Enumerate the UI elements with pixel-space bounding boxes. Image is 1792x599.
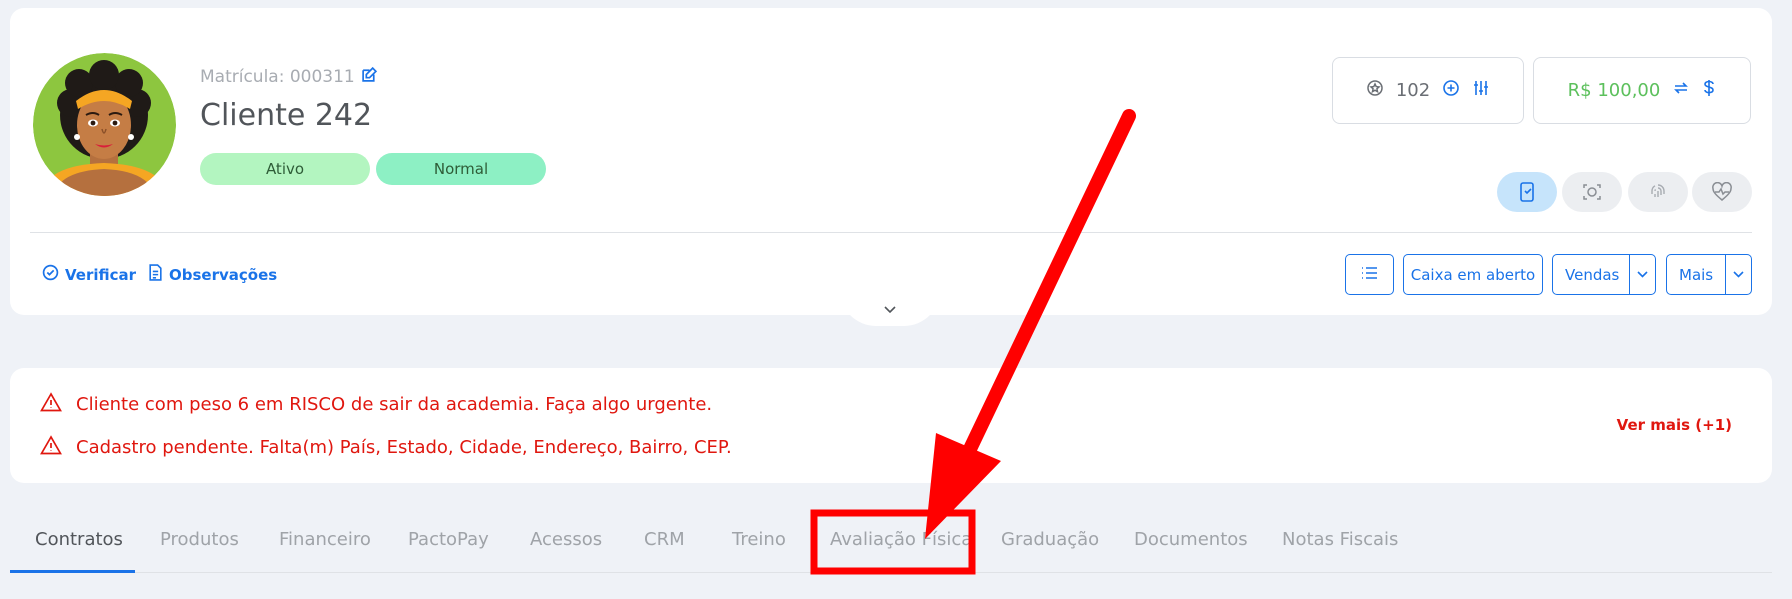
mais-dropdown-toggle[interactable]: [1725, 255, 1751, 294]
vendas-dropdown-toggle[interactable]: [1629, 255, 1655, 294]
tab-graduacao[interactable]: Graduação: [1001, 529, 1099, 550]
check-circle-icon: [42, 264, 59, 285]
document-icon: [148, 264, 163, 285]
header-divider: [30, 232, 1752, 233]
tab-produtos[interactable]: Produtos: [160, 529, 239, 550]
tabs-baseline: [10, 572, 1772, 573]
verificar-label: Verificar: [65, 265, 137, 284]
tab-financeiro[interactable]: Financeiro: [279, 529, 371, 550]
expand-header-button[interactable]: [840, 290, 940, 326]
tab-crm[interactable]: CRM: [644, 529, 685, 550]
chevron-down-icon: [884, 299, 896, 318]
tab-pactopay[interactable]: PactoPay: [408, 529, 489, 550]
observacoes-link[interactable]: Observações: [148, 264, 277, 285]
alert-text: Cliente com peso 6 em RISCO de sair da a…: [76, 394, 713, 415]
caixa-em-aberto-button[interactable]: Caixa em aberto: [1403, 254, 1543, 295]
face-recognition-button[interactable]: [1562, 172, 1622, 212]
alerts-card: Cliente com peso 6 em RISCO de sair da a…: [10, 368, 1772, 483]
list-icon: [1361, 266, 1378, 284]
observacoes-label: Observações: [169, 265, 278, 284]
tab-avaliacao-fisica[interactable]: Avaliação Física: [830, 529, 972, 550]
tab-bar: Contratos Produtos Financeiro PactoPay A…: [10, 510, 1772, 574]
vendas-label: Vendas: [1565, 265, 1620, 284]
see-more-link[interactable]: Ver mais (+1): [1617, 416, 1732, 434]
verificar-link[interactable]: Verificar: [42, 264, 136, 285]
points-value: 102: [1395, 80, 1431, 101]
mais-button[interactable]: Mais: [1666, 254, 1752, 295]
balance-value: R$ 100,00: [1567, 80, 1661, 101]
tab-acessos[interactable]: Acessos: [530, 529, 602, 550]
tab-treino[interactable]: Treino: [732, 529, 786, 550]
warning-icon: [40, 435, 62, 460]
alert-item-cadastro: Cadastro pendente. Falta(m) País, Estado…: [40, 435, 732, 460]
avatar: [33, 53, 176, 196]
add-points-icon[interactable]: [1442, 79, 1460, 102]
vendas-button[interactable]: Vendas: [1552, 254, 1656, 295]
points-box: 102: [1332, 57, 1524, 124]
mais-label: Mais: [1679, 265, 1714, 284]
edit-icon[interactable]: [361, 66, 378, 88]
matricula-text: Matrícula: 000311: [200, 67, 355, 87]
dollar-icon[interactable]: [1702, 79, 1716, 102]
fingerprint-button[interactable]: [1628, 172, 1688, 212]
balance-box: R$ 100,00: [1533, 57, 1751, 124]
matricula: Matrícula: 000311: [200, 66, 378, 88]
points-icon: [1366, 79, 1384, 102]
adjust-points-icon[interactable]: [1472, 79, 1490, 102]
status-badge-normal: Normal: [376, 153, 546, 185]
tab-contratos[interactable]: Contratos: [35, 529, 123, 550]
list-button[interactable]: [1345, 254, 1394, 295]
active-tab-indicator: [10, 570, 135, 573]
warning-icon: [40, 392, 62, 417]
status-badge-ativo: Ativo: [200, 153, 370, 185]
tab-documentos[interactable]: Documentos: [1134, 529, 1248, 550]
health-button[interactable]: [1692, 172, 1752, 212]
alert-item-risk: Cliente com peso 6 em RISCO de sair da a…: [40, 392, 712, 417]
mobile-app-button[interactable]: [1497, 172, 1557, 212]
client-name: Cliente 242: [200, 98, 373, 133]
tab-notas-fiscais[interactable]: Notas Fiscais: [1282, 529, 1398, 550]
alert-text: Cadastro pendente. Falta(m) País, Estado…: [76, 437, 732, 458]
transfer-icon[interactable]: [1672, 79, 1690, 102]
